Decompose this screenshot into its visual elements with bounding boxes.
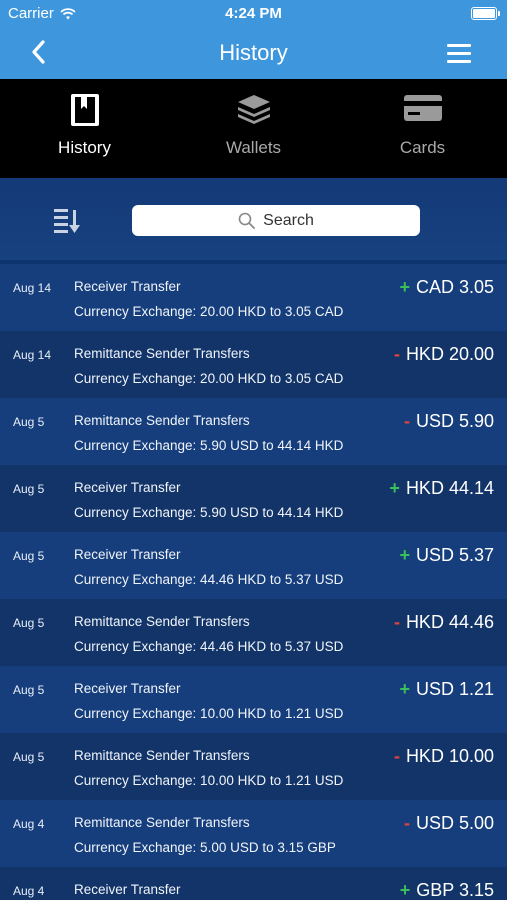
tab-wallets[interactable]: Wallets (169, 79, 338, 178)
search-row: Search (0, 178, 507, 260)
tab-bar: History Wallets Cards (0, 79, 507, 187)
hamburger-menu-icon[interactable] (447, 44, 471, 64)
transaction-detail: Currency Exchange: 20.00 HKD to 3.05 CAD (74, 371, 344, 386)
amount-value: HKD 10.00 (405, 746, 494, 766)
transaction-date: Aug 4 (13, 884, 45, 898)
transaction-amount: + HKD 44.14 (389, 478, 494, 499)
status-time: 4:24 PM (225, 5, 282, 22)
book-icon (0, 93, 169, 127)
status-bar: Carrier 4:24 PM (0, 0, 507, 28)
transaction-amount: + GBP 3.15 (400, 880, 494, 900)
amount-value: USD 5.00 (415, 813, 494, 833)
transaction-amount: - USD 5.90 (404, 411, 494, 432)
list-item[interactable]: Aug 5 Receiver Transfer Currency Exchang… (0, 465, 507, 532)
transaction-date: Aug 14 (13, 348, 52, 362)
transaction-detail: Currency Exchange: 5.90 USD to 44.14 HKD (74, 505, 344, 520)
transaction-date: Aug 5 (13, 482, 45, 496)
transaction-date: Aug 14 (13, 281, 52, 295)
list-item[interactable]: Aug 5 Remittance Sender Transfers Curren… (0, 733, 507, 800)
tab-cards-label: Cards (399, 138, 446, 157)
list-item[interactable]: Aug 4 Remittance Sender Transfers Curren… (0, 800, 507, 867)
search-icon (238, 212, 256, 229)
amount-sign: + (399, 545, 410, 565)
tab-wallets-label: Wallets (225, 138, 282, 157)
transaction-amount: + USD 1.21 (399, 679, 494, 700)
transaction-amount: - HKD 10.00 (394, 746, 494, 767)
amount-sign: + (399, 277, 410, 297)
transaction-amount: - USD 5.00 (404, 813, 494, 834)
tab-cards[interactable]: Cards (338, 79, 507, 178)
transaction-list: Aug 14 Receiver Transfer Currency Exchan… (0, 264, 507, 900)
transaction-amount: - HKD 20.00 (394, 344, 494, 365)
amount-value: HKD 44.14 (405, 478, 494, 498)
transaction-detail: Currency Exchange: 44.46 HKD to 5.37 USD (74, 639, 344, 654)
amount-value: HKD 20.00 (405, 344, 494, 364)
transaction-detail: Currency Exchange: 10.00 HKD to 1.21 USD (74, 773, 344, 788)
search-input[interactable]: Search (132, 205, 420, 236)
sort-icon[interactable] (52, 206, 82, 234)
transaction-title: Remittance Sender Transfers (74, 413, 250, 428)
list-item[interactable]: Aug 14 Receiver Transfer Currency Exchan… (0, 264, 507, 331)
stack-icon (169, 93, 338, 127)
transaction-title: Receiver Transfer (74, 279, 181, 294)
transaction-title: Remittance Sender Transfers (74, 748, 250, 763)
amount-value: USD 1.21 (415, 679, 494, 699)
transaction-detail: Currency Exchange: 44.46 HKD to 5.37 USD (74, 572, 344, 587)
transaction-date: Aug 5 (13, 616, 45, 630)
tab-history[interactable]: History (0, 79, 169, 187)
list-item[interactable]: Aug 5 Receiver Transfer Currency Exchang… (0, 532, 507, 599)
search-placeholder: Search (263, 211, 314, 229)
transaction-date: Aug 5 (13, 750, 45, 764)
amount-value: HKD 44.46 (405, 612, 494, 632)
amount-sign: - (403, 813, 410, 833)
battery-icon (471, 7, 500, 20)
amount-value: CAD 3.05 (415, 277, 494, 297)
transaction-date: Aug 5 (13, 683, 45, 697)
top-bar: Carrier 4:24 PM History (0, 0, 507, 79)
amount-sign: + (399, 880, 411, 900)
transaction-title: Remittance Sender Transfers (74, 614, 250, 629)
tab-history-label: History (58, 138, 111, 157)
transaction-amount: + USD 5.37 (399, 545, 494, 566)
list-item[interactable]: Aug 5 Remittance Sender Transfers Curren… (0, 398, 507, 465)
navigation-bar: History (0, 28, 507, 79)
transaction-date: Aug 5 (13, 549, 45, 563)
list-item[interactable]: Aug 5 Receiver Transfer Currency Exchang… (0, 666, 507, 733)
list-item[interactable]: Aug 4 Receiver Transfer + GBP 3.15 (0, 867, 507, 900)
transaction-title: Receiver Transfer (74, 547, 181, 562)
amount-value: USD 5.90 (415, 411, 494, 431)
list-item[interactable]: Aug 14 Remittance Sender Transfers Curre… (0, 331, 507, 398)
amount-value: USD 5.37 (415, 545, 494, 565)
amount-sign: - (393, 344, 400, 364)
transaction-detail: Currency Exchange: 5.90 USD to 44.14 HKD (74, 438, 344, 453)
amount-sign: - (393, 746, 400, 766)
amount-sign: + (389, 478, 400, 498)
amount-value: GBP 3.15 (416, 880, 494, 900)
transaction-detail: Currency Exchange: 5.00 USD to 3.15 GBP (74, 840, 336, 855)
page-title: History (219, 40, 288, 65)
amount-sign: - (403, 411, 410, 431)
list-item[interactable]: Aug 5 Remittance Sender Transfers Curren… (0, 599, 507, 666)
transaction-detail: Currency Exchange: 20.00 HKD to 3.05 CAD (74, 304, 344, 319)
transaction-date: Aug 5 (13, 415, 45, 429)
transaction-title: Remittance Sender Transfers (74, 346, 250, 361)
transaction-title: Receiver Transfer (74, 480, 181, 495)
transaction-detail: Currency Exchange: 10.00 HKD to 1.21 USD (74, 706, 344, 721)
transaction-date: Aug 4 (13, 817, 45, 831)
transaction-amount: - HKD 44.46 (394, 612, 494, 633)
transaction-title: Receiver Transfer (74, 882, 181, 897)
card-icon (338, 93, 507, 127)
transaction-title: Receiver Transfer (74, 681, 181, 696)
transaction-title: Remittance Sender Transfers (74, 815, 250, 830)
amount-sign: - (393, 612, 400, 632)
amount-sign: + (399, 679, 410, 699)
transaction-amount: + CAD 3.05 (399, 277, 494, 298)
